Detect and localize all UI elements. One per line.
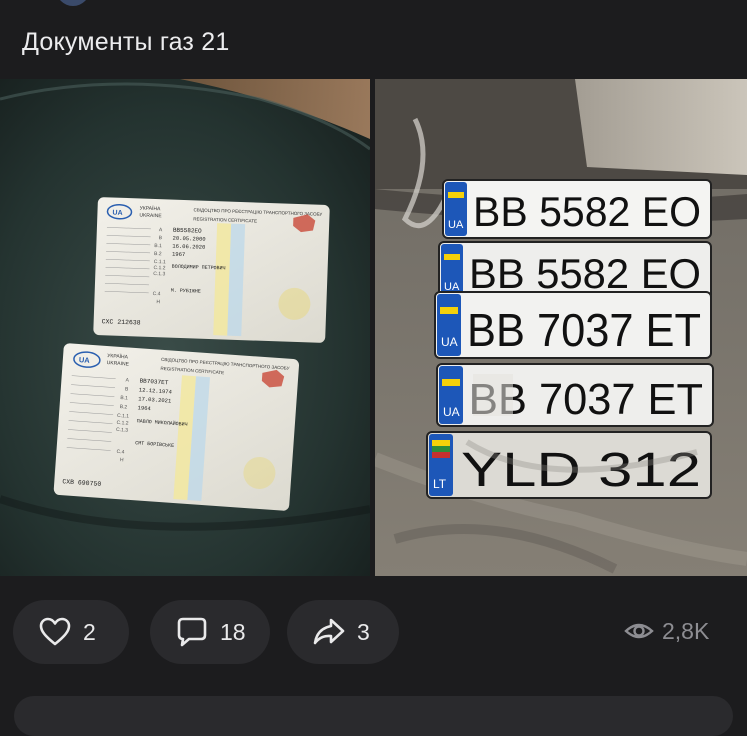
svg-text:UKRAINE: UKRAINE bbox=[139, 212, 162, 219]
svg-text:C.1.1: C.1.1 bbox=[117, 413, 130, 420]
views-counter: 2,8K bbox=[624, 616, 709, 646]
heart-icon bbox=[39, 617, 71, 646]
svg-text:1967: 1967 bbox=[172, 251, 185, 258]
like-count: 2 bbox=[83, 618, 96, 645]
svg-text:BB 5582 EO: BB 5582 EO bbox=[473, 188, 701, 235]
comment-count: 18 bbox=[220, 618, 246, 645]
registration-card-2: UA УКРАЇНА UKRAINE СВІДОЦТВО ПРО РЕЄСТРА… bbox=[53, 343, 300, 511]
photo-documents[interactable]: UA УКРАЇНА UKRAINE СВІДОЦТВО ПРО РЕЄСТРА… bbox=[0, 79, 370, 576]
svg-text:УКРАЇНА: УКРАЇНА bbox=[140, 204, 162, 212]
plates-photo-svg: UA BB 5582 EO UA BB 5582 EO UA BB 7037 E… bbox=[375, 79, 747, 576]
svg-text:UA: UA bbox=[441, 335, 458, 349]
svg-text:C.1.2: C.1.2 bbox=[116, 420, 129, 427]
svg-text:H: H bbox=[156, 299, 160, 305]
svg-text:UA: UA bbox=[448, 219, 464, 231]
license-plate-5: LT YLD 312 bbox=[426, 431, 712, 499]
views-count: 2,8K bbox=[662, 617, 710, 644]
photo-plates[interactable]: UA BB 5582 EO UA BB 5582 EO UA BB 7037 E… bbox=[375, 79, 747, 576]
svg-text:B.2: B.2 bbox=[119, 404, 127, 411]
svg-text:UA: UA bbox=[112, 210, 122, 217]
svg-text:LT: LT bbox=[433, 477, 447, 491]
svg-text:C.1.3: C.1.3 bbox=[116, 427, 129, 434]
svg-text:UA: UA bbox=[443, 405, 460, 419]
svg-text:1964: 1964 bbox=[137, 404, 151, 412]
registration-card-1: UA УКРАЇНА UKRAINE СВІДОЦТВО ПРО РЕЄСТРА… bbox=[93, 197, 330, 343]
documents-photo-svg: UA УКРАЇНА UKRAINE СВІДОЦТВО ПРО РЕЄСТРА… bbox=[0, 79, 370, 576]
like-button[interactable]: 2 bbox=[13, 600, 129, 664]
svg-text:C.4: C.4 bbox=[116, 449, 124, 456]
comment-icon bbox=[177, 617, 207, 647]
svg-text:B.1: B.1 bbox=[120, 395, 128, 402]
previous-post-edge bbox=[0, 0, 747, 12]
svg-text:20.05.2000: 20.05.2000 bbox=[172, 235, 205, 243]
svg-text:16.06.2020: 16.06.2020 bbox=[172, 243, 205, 251]
comment-button[interactable]: 18 bbox=[150, 600, 270, 664]
share-button[interactable]: 3 bbox=[287, 600, 399, 664]
svg-text:C.4: C.4 bbox=[153, 291, 161, 297]
svg-text:C.1.3: C.1.3 bbox=[153, 271, 165, 277]
svg-text:B.2: B.2 bbox=[154, 251, 162, 257]
svg-text:BB 5582 EO: BB 5582 EO bbox=[469, 250, 701, 297]
license-plate-3: UA BB 7037 ET bbox=[434, 291, 712, 359]
license-plate-4: UA BB 7037 ET bbox=[436, 363, 714, 427]
svg-text:CXC 212638: CXC 212638 bbox=[102, 318, 141, 326]
share-arrow-icon bbox=[313, 618, 345, 645]
next-post-card[interactable] bbox=[14, 696, 733, 736]
share-count: 3 bbox=[357, 618, 370, 645]
svg-text:BB5582EO: BB5582EO bbox=[173, 227, 202, 235]
eye-icon bbox=[624, 623, 654, 639]
svg-text:UA: UA bbox=[79, 355, 91, 365]
svg-text:М. РУБІЖНЕ: М. РУБІЖНЕ bbox=[171, 288, 201, 295]
svg-text:B.1: B.1 bbox=[154, 243, 162, 249]
license-plate-1: UA BB 5582 EO bbox=[442, 179, 712, 239]
post-text: Документы газ 21 bbox=[22, 28, 230, 56]
svg-text:BB 7037 ET: BB 7037 ET bbox=[467, 304, 701, 356]
